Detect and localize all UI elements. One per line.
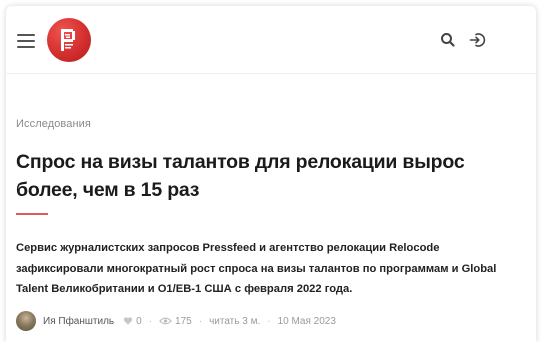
article-lead: Сервис журналистских запросов Pressfeed … bbox=[16, 242, 497, 295]
article-title: Спрос на визы талантов для релокации выр… bbox=[16, 151, 465, 201]
title-divider bbox=[16, 213, 48, 215]
meta-separator: · bbox=[198, 315, 203, 327]
author-name[interactable]: Ия Пфанштиль bbox=[43, 316, 114, 327]
hamburger-line bbox=[17, 40, 35, 42]
site-header bbox=[6, 6, 536, 74]
login-icon[interactable] bbox=[468, 31, 486, 49]
page-frame: Исследования Спрос на визы талантов для … bbox=[6, 6, 536, 342]
like-button[interactable]: 0 bbox=[123, 316, 142, 327]
publish-date: 10 Мая 2023 bbox=[277, 315, 336, 327]
hamburger-line bbox=[17, 46, 35, 48]
article-meta: Ия Пфанштиль 0 · 175 · читать 3 м. · 10 … bbox=[16, 310, 336, 332]
read-time: читать 3 м. bbox=[209, 315, 261, 327]
hamburger-icon[interactable] bbox=[17, 34, 35, 48]
views-counter: 175 bbox=[159, 316, 192, 327]
pressfeed-logo-icon bbox=[61, 29, 75, 51]
like-count: 0 bbox=[136, 315, 142, 327]
hamburger-line bbox=[17, 34, 35, 36]
meta-separator: · bbox=[148, 315, 153, 327]
view-count: 175 bbox=[175, 315, 192, 327]
article-category[interactable]: Исследования bbox=[16, 118, 91, 130]
site-logo[interactable] bbox=[47, 18, 91, 62]
avatar[interactable] bbox=[16, 311, 36, 331]
meta-separator: · bbox=[267, 315, 271, 327]
heart-icon bbox=[123, 317, 133, 325]
search-icon[interactable] bbox=[439, 31, 457, 49]
eye-icon bbox=[159, 317, 172, 325]
